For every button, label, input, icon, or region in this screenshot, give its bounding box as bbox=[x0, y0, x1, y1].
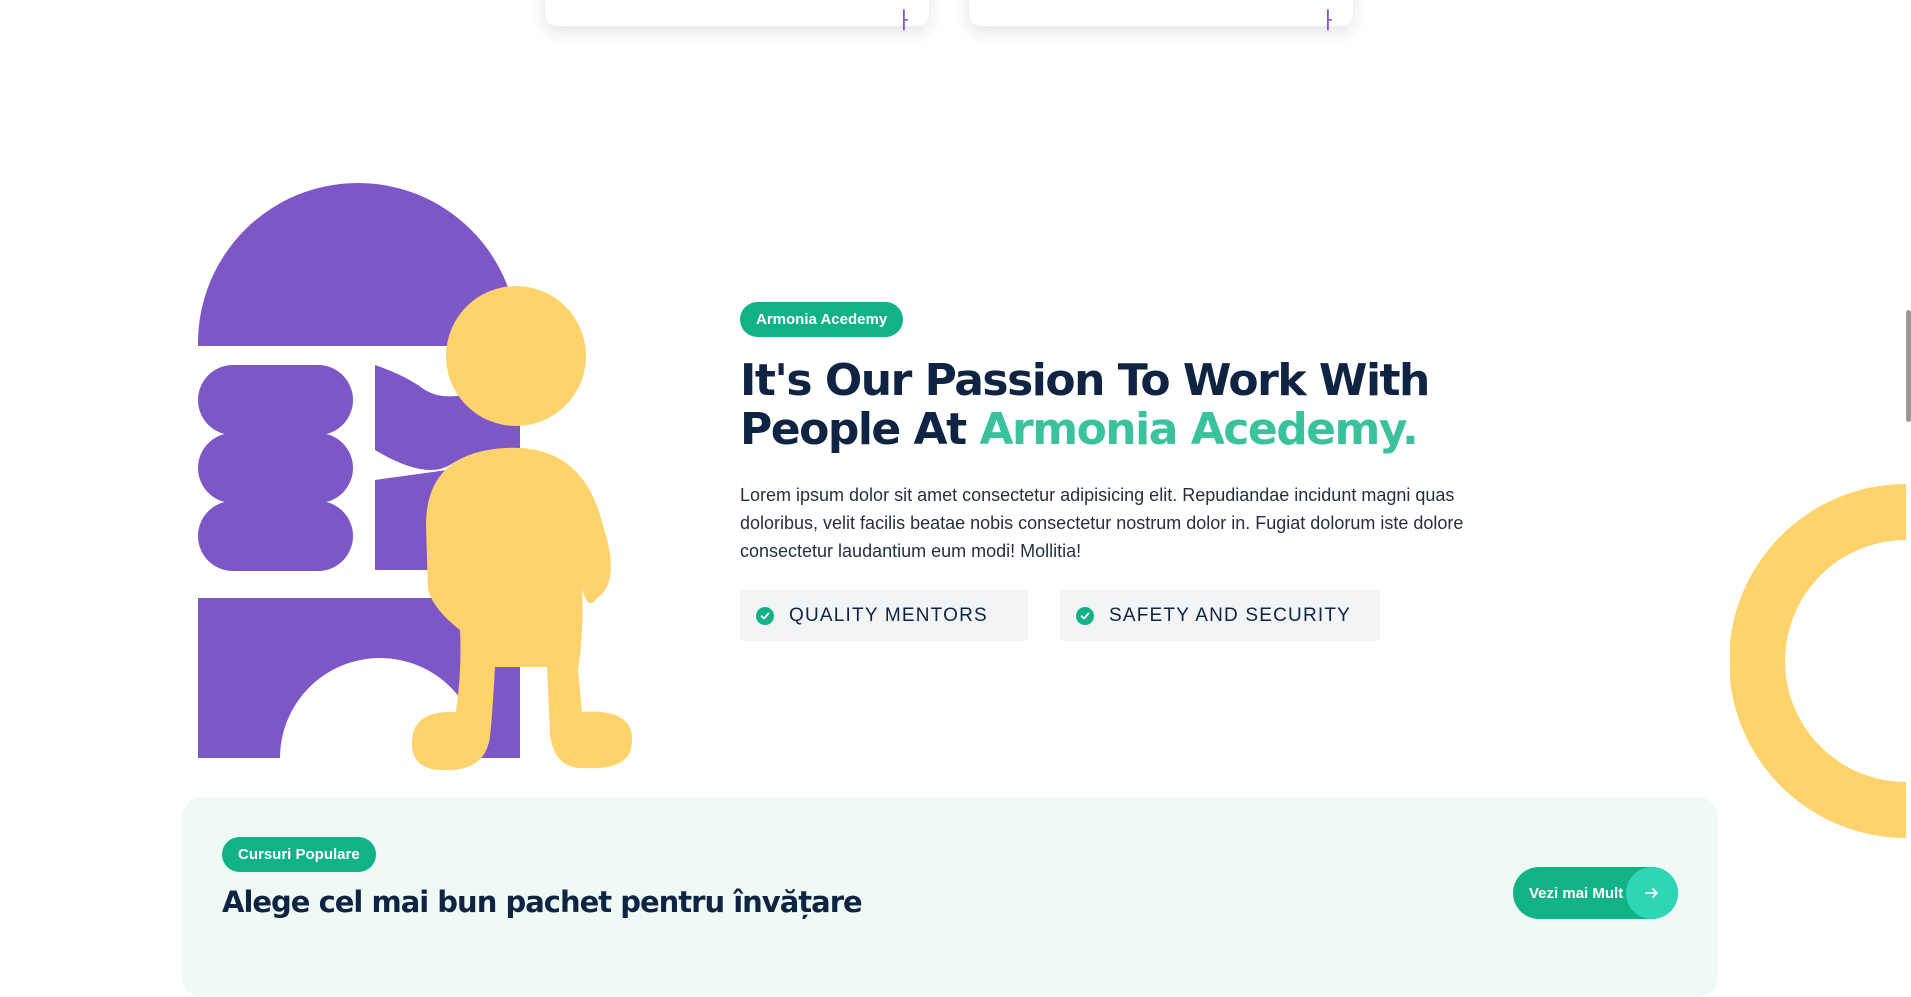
see-more-button[interactable]: Vezi mai Mult bbox=[1513, 867, 1678, 919]
top-card-1: ⸠ bbox=[545, 0, 929, 30]
check-circle-icon bbox=[1076, 606, 1094, 625]
about-title-accent: Armonia Acedemy. bbox=[979, 404, 1418, 455]
decorative-ring-shape bbox=[1730, 484, 1906, 838]
popular-courses-section: Cursuri Populare Alege cel mai bun pache… bbox=[182, 797, 1718, 997]
feature-safety-security: SAFETY AND SECURITY bbox=[1060, 590, 1380, 641]
about-illustration bbox=[198, 183, 632, 771]
about-description: Lorem ipsum dolor sit amet consectetur a… bbox=[740, 485, 1464, 561]
check-circle-icon bbox=[756, 606, 774, 625]
courses-badge: Cursuri Populare bbox=[222, 837, 376, 872]
arrow-right-icon bbox=[1626, 867, 1678, 919]
feature-quality-mentors: QUALITY MENTORS bbox=[740, 590, 1028, 641]
card-decoration-icon: ⸠ bbox=[1323, 8, 1335, 30]
card-decoration-icon: ⸠ bbox=[899, 8, 911, 30]
about-title: It's Our Passion To Work With People At … bbox=[740, 356, 1540, 454]
about-badge: Armonia Acedemy bbox=[740, 302, 904, 337]
feature-label: SAFETY AND SECURITY bbox=[1109, 604, 1352, 626]
top-card-2: ⸠ bbox=[969, 0, 1353, 30]
see-more-label: Vezi mai Mult bbox=[1529, 884, 1624, 902]
feature-label: QUALITY MENTORS bbox=[789, 604, 988, 626]
page-scrollbar[interactable] bbox=[1906, 310, 1911, 422]
courses-title: Alege cel mai bun pachet pentru învățare bbox=[222, 885, 863, 919]
